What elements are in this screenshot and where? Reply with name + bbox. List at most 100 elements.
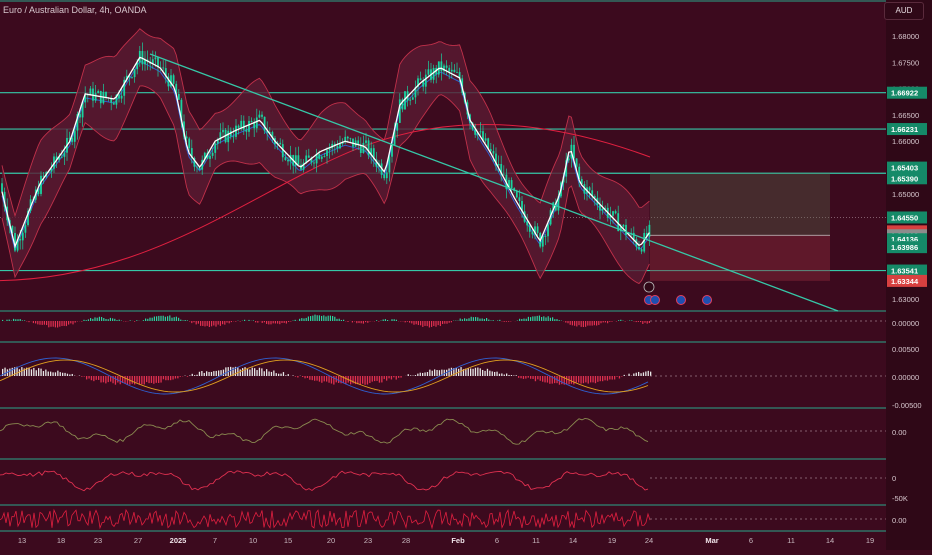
candle-body[interactable] (155, 57, 157, 59)
candle-body[interactable] (251, 121, 253, 122)
candle-body[interactable] (641, 249, 643, 251)
candle-body[interactable] (173, 75, 175, 84)
candle-body[interactable] (625, 225, 627, 235)
chart-canvas[interactable]: 1.680001.675001.670001.665001.660001.655… (0, 0, 932, 550)
candle-body[interactable] (1, 183, 3, 192)
candle-body[interactable] (134, 69, 136, 77)
candle-body[interactable] (389, 157, 391, 173)
candle-body[interactable] (235, 126, 237, 137)
volume-oscillator-line[interactable] (0, 471, 648, 491)
candle-body[interactable] (456, 72, 458, 73)
candle-body[interactable] (22, 233, 24, 241)
candle-body[interactable] (188, 138, 190, 148)
candle-body[interactable] (321, 157, 323, 159)
candle-body[interactable] (238, 126, 240, 128)
candle-body[interactable] (131, 77, 133, 78)
candle-body[interactable] (162, 68, 164, 69)
candle-body[interactable] (308, 156, 310, 158)
candle-body[interactable] (233, 136, 235, 137)
candle-body[interactable] (498, 164, 500, 165)
candle-body[interactable] (227, 131, 229, 142)
chart-root[interactable]: 1.680001.675001.670001.665001.660001.655… (0, 0, 932, 550)
candle-body[interactable] (196, 167, 198, 168)
candle-body[interactable] (383, 175, 385, 178)
candle-body[interactable] (326, 150, 328, 156)
candle-body[interactable] (537, 226, 539, 233)
candle-body[interactable] (589, 187, 591, 190)
candle-body[interactable] (178, 94, 180, 100)
candle-body[interactable] (532, 232, 534, 235)
candle-body[interactable] (19, 239, 21, 240)
candle-body[interactable] (568, 158, 570, 160)
candle-body[interactable] (448, 68, 450, 72)
candle-body[interactable] (97, 91, 99, 93)
candle-body[interactable] (420, 78, 422, 80)
candle-body[interactable] (396, 123, 398, 131)
candle-body[interactable] (243, 121, 245, 130)
candle-body[interactable] (298, 155, 300, 164)
candle-body[interactable] (399, 99, 401, 122)
candle-body[interactable] (318, 154, 320, 159)
candle-body[interactable] (347, 137, 349, 139)
candle-body[interactable] (240, 121, 242, 128)
candle-body[interactable] (428, 69, 430, 74)
candle-body[interactable] (214, 144, 216, 153)
candle-body[interactable] (74, 131, 76, 142)
candle-body[interactable] (313, 163, 315, 164)
candle-body[interactable] (425, 75, 427, 87)
oscillator-line[interactable] (0, 418, 648, 444)
candle-body[interactable] (279, 143, 281, 144)
candle-body[interactable] (623, 225, 625, 227)
candle-body[interactable] (602, 209, 604, 211)
candle-body[interactable] (511, 180, 513, 188)
candle-body[interactable] (409, 100, 411, 101)
candle-body[interactable] (287, 160, 289, 161)
candle-body[interactable] (649, 225, 651, 237)
candle-body[interactable] (386, 172, 388, 178)
candle-body[interactable] (212, 153, 214, 156)
candle-body[interactable] (113, 103, 115, 105)
candle-body[interactable] (222, 130, 224, 132)
candle-body[interactable] (339, 144, 341, 148)
candle-body[interactable] (612, 211, 614, 216)
candle-body[interactable] (545, 236, 547, 237)
symbol-title[interactable]: Euro / Australian Dollar, 4h, OANDA (3, 5, 147, 15)
candle-body[interactable] (490, 149, 492, 151)
candle-body[interactable] (64, 153, 66, 157)
candle-body[interactable] (71, 138, 73, 142)
candle-body[interactable] (186, 137, 188, 139)
candle-body[interactable] (256, 118, 258, 129)
candle-body[interactable] (573, 145, 575, 159)
candle-body[interactable] (542, 236, 544, 246)
candle-body[interactable] (365, 140, 367, 142)
candle-body[interactable] (61, 157, 63, 158)
candle-body[interactable] (105, 92, 107, 98)
candle-body[interactable] (337, 146, 339, 148)
candle-body[interactable] (259, 115, 261, 118)
candle-body[interactable] (638, 247, 640, 249)
candle-body[interactable] (209, 156, 211, 159)
event-marker-icon[interactable] (677, 296, 686, 305)
candle-body[interactable] (261, 115, 263, 117)
event-marker-icon[interactable] (651, 296, 660, 305)
candle-body[interactable] (350, 138, 352, 139)
event-marker-icon[interactable] (703, 296, 712, 305)
candle-body[interactable] (368, 140, 370, 155)
candle-body[interactable] (480, 131, 482, 132)
candle-body[interactable] (412, 97, 414, 99)
candle-body[interactable] (485, 138, 487, 140)
candle-body[interactable] (454, 70, 456, 72)
candle-body[interactable] (547, 224, 549, 236)
currency-selector[interactable]: AUD (884, 2, 924, 20)
candle-body[interactable] (90, 89, 92, 95)
candle-body[interactable] (451, 70, 453, 72)
candle-body[interactable] (248, 121, 250, 132)
candle-body[interactable] (576, 158, 578, 166)
profit-zone[interactable] (650, 173, 830, 235)
candle-body[interactable] (446, 66, 448, 68)
candle-body[interactable] (324, 156, 326, 157)
candle-body[interactable] (285, 157, 287, 160)
candle-body[interactable] (25, 225, 27, 233)
candle-body[interactable] (526, 222, 528, 226)
candle-body[interactable] (519, 197, 521, 201)
